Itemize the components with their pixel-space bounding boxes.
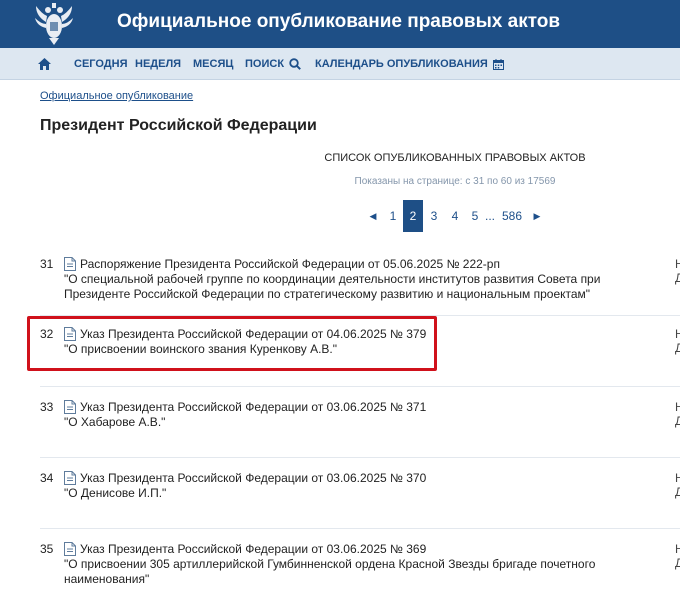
side-label-top: Н [675,257,680,271]
act-number: 31 [40,257,54,271]
list-title: СПИСОК ОПУБЛИКОВАННЫХ ПРАВОВЫХ АКТОВ [324,152,586,164]
side-label-top: Н [675,400,680,414]
nav-week[interactable]: НЕДЕЛЯ [135,48,181,80]
nav-month[interactable]: МЕСЯЦ [193,48,233,80]
calendar-icon [492,58,504,70]
document-icon [64,542,76,556]
nav-today[interactable]: СЕГОДНЯ [74,48,127,80]
act-description[interactable]: "О Хабарове А.В." [64,415,670,430]
list-range-info: Показаны на странице: с 31 по 60 из 1756… [354,176,556,187]
act-number: 35 [40,542,54,556]
pagination-next[interactable]: ▶ [530,200,544,232]
breadcrumb-link[interactable]: Официальное опубликование [40,90,193,102]
row-divider [40,528,680,529]
act-title-link[interactable]: Распоряжение Президента Российской Федер… [80,257,500,271]
document-icon [64,400,76,414]
document-icon [64,257,76,271]
document-icon [64,471,76,485]
pagination-ellipsis: ... [484,209,495,223]
row-divider [40,386,680,387]
nav-calendar[interactable]: КАЛЕНДАРЬ ОПУБЛИКОВАНИЯ [315,48,504,80]
side-label-top: Н [675,542,680,556]
act-description[interactable]: "О специальной рабочей группе по координ… [64,272,670,302]
act-number: 34 [40,471,54,485]
search-icon [289,58,301,70]
home-link[interactable] [38,48,51,80]
nav-calendar-label: КАЛЕНДАРЬ ОПУБЛИКОВАНИЯ [315,58,488,70]
page-3-link[interactable]: 3 [424,200,444,232]
side-label-bottom: Д [675,271,680,285]
highlight-box [27,316,437,371]
side-label-bottom: Д [675,485,680,499]
coat-of-arms-icon[interactable] [34,2,74,46]
act-title-link[interactable]: Указ Президента Российской Федерации от … [80,400,426,414]
pagination-prev[interactable]: ◀ [366,200,380,232]
side-label-top: Н [675,327,680,341]
page-title: Президент Российской Федерации [40,117,317,134]
act-number: 33 [40,400,54,414]
page-2-current[interactable]: 2 [403,200,423,232]
page-1-link[interactable]: 1 [384,200,402,232]
nav-search[interactable]: ПОИСК [245,48,301,80]
row-divider [40,457,680,458]
act-title-link[interactable]: Указ Президента Российской Федерации от … [80,542,426,556]
act-description[interactable]: "О Денисове И.П." [64,486,670,501]
home-icon [38,58,51,70]
act-description[interactable]: "О присвоении 305 артиллерийской Гумбинн… [64,557,670,587]
page-4-link[interactable]: 4 [445,200,465,232]
side-label-bottom: Д [675,341,680,355]
side-label-top: Н [675,471,680,485]
page-last-link[interactable]: 586 [499,200,525,232]
site-title[interactable]: Официальное опубликование правовых актов [117,11,560,33]
main-nav: СЕГОДНЯ НЕДЕЛЯ МЕСЯЦ ПОИСК КАЛЕНДАРЬ ОПУ… [0,48,680,80]
act-title-link[interactable]: Указ Президента Российской Федерации от … [80,471,426,485]
side-label-bottom: Д [675,414,680,428]
side-label-bottom: Д [675,556,680,570]
nav-search-label: ПОИСК [245,58,285,70]
site-header: Официальное опубликование правовых актов [0,0,680,48]
